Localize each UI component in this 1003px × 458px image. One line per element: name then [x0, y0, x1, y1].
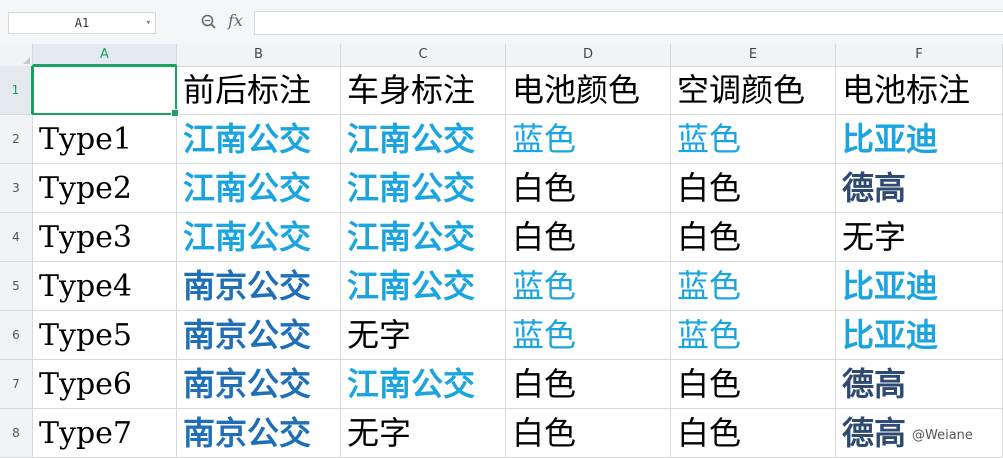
cell-b5[interactable]: 南京公交	[177, 262, 341, 311]
cell-e1[interactable]: 空调颜色	[671, 66, 836, 115]
cell-d8[interactable]: 白色	[506, 409, 671, 458]
cell-c8[interactable]: 无字	[341, 409, 506, 458]
chevron-down-icon[interactable]: ▾	[146, 13, 151, 33]
watermark: @Weiane	[912, 428, 973, 443]
name-box-value: A1	[74, 16, 90, 30]
cell-f5[interactable]: 比亚迪	[836, 262, 1003, 311]
cell-a6[interactable]: Type5	[33, 311, 177, 360]
row-header-7[interactable]: 7	[0, 360, 33, 409]
row-header-4[interactable]: 4	[0, 213, 33, 262]
formula-input[interactable]	[254, 11, 1003, 35]
cell-d7[interactable]: 白色	[506, 360, 671, 409]
cell-e6[interactable]: 蓝色	[671, 311, 836, 360]
cell-f4[interactable]: 无字	[836, 213, 1003, 262]
formula-bar: A1 ▾ fx	[0, 0, 1003, 45]
row-header-8[interactable]: 8	[0, 409, 33, 458]
cell-e8[interactable]: 白色	[671, 409, 836, 458]
cell-d1[interactable]: 电池颜色	[506, 66, 671, 115]
cell-c4[interactable]: 江南公交	[341, 213, 506, 262]
cell-a7[interactable]: Type6	[33, 360, 177, 409]
cell-f6[interactable]: 比亚迪	[836, 311, 1003, 360]
row-header-2[interactable]: 2	[0, 115, 33, 164]
cell-a8[interactable]: Type7	[33, 409, 177, 458]
cell-a1[interactable]	[33, 66, 177, 115]
cell-b1[interactable]: 前后标注	[177, 66, 341, 115]
zoom-icon[interactable]	[200, 13, 218, 31]
column-header-f[interactable]: F	[836, 44, 1003, 66]
cell-e5[interactable]: 蓝色	[671, 262, 836, 311]
cell-d6[interactable]: 蓝色	[506, 311, 671, 360]
column-header-b[interactable]: B	[177, 44, 341, 66]
cell-c3[interactable]: 江南公交	[341, 164, 506, 213]
column-headers: ABCDEF	[0, 44, 1003, 67]
cell-b3[interactable]: 江南公交	[177, 164, 341, 213]
cell-d3[interactable]: 白色	[506, 164, 671, 213]
row-header-1[interactable]: 1	[0, 66, 33, 115]
column-header-d[interactable]: D	[506, 44, 671, 66]
cell-f3[interactable]: 德高	[836, 164, 1003, 213]
cell-b8[interactable]: 南京公交	[177, 409, 341, 458]
cell-a3[interactable]: Type2	[33, 164, 177, 213]
select-all-corner[interactable]	[0, 44, 33, 66]
cell-b4[interactable]: 江南公交	[177, 213, 341, 262]
cell-e2[interactable]: 蓝色	[671, 115, 836, 164]
cell-a4[interactable]: Type3	[33, 213, 177, 262]
cell-f2[interactable]: 比亚迪	[836, 115, 1003, 164]
cell-d4[interactable]: 白色	[506, 213, 671, 262]
cell-f1[interactable]: 电池标注	[836, 66, 1003, 115]
column-header-e[interactable]: E	[671, 44, 836, 66]
column-header-c[interactable]: C	[341, 44, 506, 66]
cell-c2[interactable]: 江南公交	[341, 115, 506, 164]
fx-icon[interactable]: fx	[228, 11, 243, 30]
cell-b2[interactable]: 江南公交	[177, 115, 341, 164]
cell-c7[interactable]: 江南公交	[341, 360, 506, 409]
cell-e3[interactable]: 白色	[671, 164, 836, 213]
cell-c1[interactable]: 车身标注	[341, 66, 506, 115]
row-header-5[interactable]: 5	[0, 262, 33, 311]
row-header-6[interactable]: 6	[0, 311, 33, 360]
cell-c6[interactable]: 无字	[341, 311, 506, 360]
cell-d5[interactable]: 蓝色	[506, 262, 671, 311]
column-header-a[interactable]: A	[33, 44, 177, 66]
cell-b7[interactable]: 南京公交	[177, 360, 341, 409]
name-box[interactable]: A1 ▾	[8, 12, 156, 34]
cell-e4[interactable]: 白色	[671, 213, 836, 262]
cell-c5[interactable]: 江南公交	[341, 262, 506, 311]
cell-a2[interactable]: Type1	[33, 115, 177, 164]
cell-a5[interactable]: Type4	[33, 262, 177, 311]
cell-f7[interactable]: 德高	[836, 360, 1003, 409]
cell-e7[interactable]: 白色	[671, 360, 836, 409]
cell-d2[interactable]: 蓝色	[506, 115, 671, 164]
cell-b6[interactable]: 南京公交	[177, 311, 341, 360]
row-header-3[interactable]: 3	[0, 164, 33, 213]
